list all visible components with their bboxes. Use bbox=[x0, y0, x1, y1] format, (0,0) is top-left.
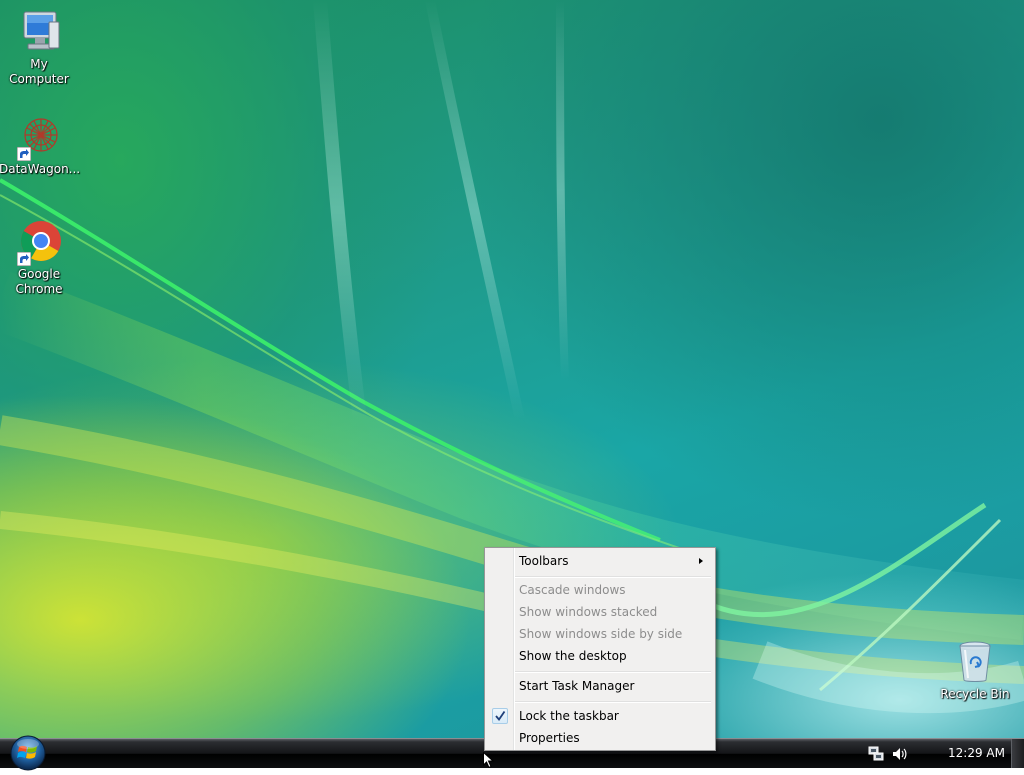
mouse-cursor bbox=[483, 751, 495, 772]
volume-icon[interactable] bbox=[891, 746, 907, 765]
desktop-icon-my-computer[interactable]: My Computer bbox=[0, 8, 79, 87]
desktop-icon-label: My Computer bbox=[9, 57, 69, 86]
desktop-icon-google-chrome[interactable]: Google Chrome bbox=[0, 218, 79, 297]
desktop-icon-recycle-bin[interactable]: Recycle Bin bbox=[935, 638, 1015, 702]
menu-item-label: Show windows stacked bbox=[519, 605, 658, 619]
taskbar-clock[interactable]: 12:29 AM bbox=[948, 746, 1005, 760]
menu-separator bbox=[515, 576, 711, 578]
show-desktop-button[interactable] bbox=[1011, 739, 1024, 768]
system-tray: 12:29 AM bbox=[858, 739, 1006, 768]
submenu-arrow-icon bbox=[699, 558, 703, 564]
taskbar-context-menu: Toolbars Cascade windows Show windows st… bbox=[484, 547, 716, 751]
menu-separator bbox=[515, 701, 711, 703]
menu-item-show-windows-side-by-side: Show windows side by side bbox=[487, 623, 713, 645]
checkmark-icon bbox=[492, 708, 508, 724]
datawagon-icon bbox=[15, 113, 63, 161]
menu-separator bbox=[515, 671, 711, 673]
desktop-icon-datawagon[interactable]: DataWagon... bbox=[0, 113, 81, 177]
google-chrome-icon bbox=[15, 218, 63, 266]
menu-item-toolbars[interactable]: Toolbars bbox=[487, 550, 713, 572]
desktop-icon-label: Recycle Bin bbox=[940, 687, 1010, 701]
menu-item-label: Show the desktop bbox=[519, 649, 627, 663]
menu-item-cascade-windows: Cascade windows bbox=[487, 579, 713, 601]
start-button[interactable] bbox=[7, 733, 49, 771]
menu-item-show-windows-stacked: Show windows stacked bbox=[487, 601, 713, 623]
arrow-cursor-icon bbox=[483, 751, 495, 769]
menu-item-label: Properties bbox=[519, 731, 580, 745]
menu-item-show-the-desktop[interactable]: Show the desktop bbox=[487, 645, 713, 667]
menu-item-label: Lock the taskbar bbox=[519, 709, 619, 723]
menu-item-label: Start Task Manager bbox=[519, 679, 635, 693]
desktop-icon-label: Google bbox=[17, 267, 61, 281]
recycle-bin-icon bbox=[951, 638, 999, 686]
desktop-icon-label: DataWagon... bbox=[0, 162, 81, 176]
desktop-icon-label: Chrome bbox=[15, 282, 63, 296]
menu-item-start-task-manager[interactable]: Start Task Manager bbox=[487, 675, 713, 697]
menu-item-lock-the-taskbar[interactable]: Lock the taskbar bbox=[487, 705, 713, 727]
network-icon[interactable] bbox=[868, 746, 884, 765]
shortcut-arrow-icon bbox=[17, 252, 31, 266]
menu-item-label: Toolbars bbox=[519, 554, 569, 568]
menu-item-properties[interactable]: Properties bbox=[487, 727, 713, 749]
shortcut-arrow-icon bbox=[17, 147, 31, 161]
windows-start-orb-icon bbox=[10, 735, 46, 771]
my-computer-icon bbox=[15, 8, 63, 56]
menu-item-label: Cascade windows bbox=[519, 583, 626, 597]
menu-item-label: Show windows side by side bbox=[519, 627, 683, 641]
